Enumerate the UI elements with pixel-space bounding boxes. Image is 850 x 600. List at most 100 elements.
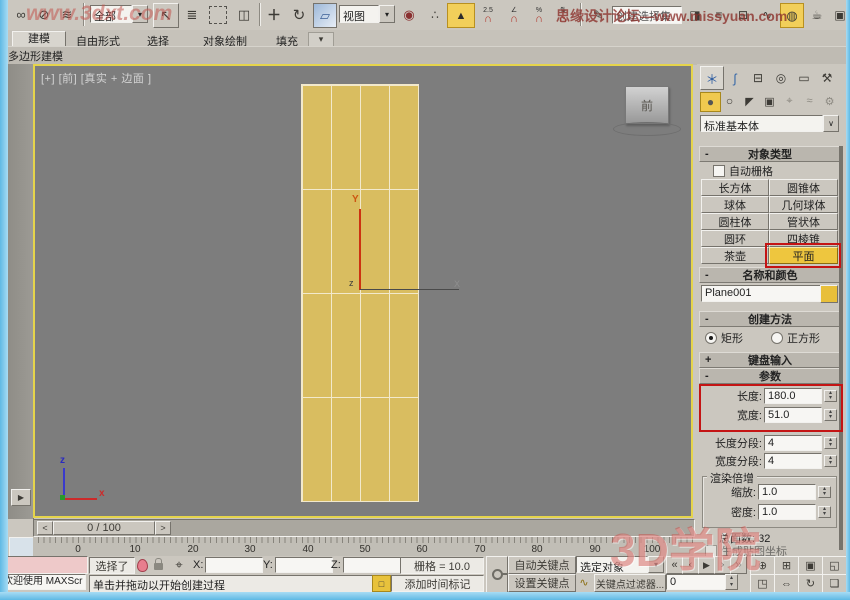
tab-create[interactable]: ＊ bbox=[700, 66, 724, 90]
viewcube-compass[interactable] bbox=[613, 122, 681, 136]
select-and-link-icon[interactable]: ∞ bbox=[10, 3, 32, 26]
rectangular-selection-region-icon[interactable] bbox=[209, 6, 227, 24]
play-button[interactable]: ▶ bbox=[698, 556, 715, 574]
rollout-name-color[interactable]: - 名称和颜色 bbox=[699, 267, 840, 283]
button-tube[interactable]: 管状体 bbox=[769, 213, 838, 230]
current-frame-field[interactable]: 0 bbox=[666, 574, 730, 590]
named-selection-sets-field[interactable]: 创建选择集 bbox=[612, 6, 682, 24]
radio-square[interactable]: 正方形 bbox=[771, 330, 820, 346]
button-geosphere[interactable]: 几何球体 bbox=[769, 196, 838, 213]
frame-spinner[interactable]: ▴▾ bbox=[725, 574, 738, 590]
select-and-scale-icon[interactable]: ▱ bbox=[313, 3, 337, 28]
set-key-button[interactable]: 设置关键点 bbox=[508, 574, 576, 592]
select-and-rotate-icon[interactable]: ↻ bbox=[288, 3, 310, 26]
mirror-icon[interactable]: ◨ bbox=[684, 3, 706, 26]
select-by-name-icon[interactable]: ≣ bbox=[181, 3, 203, 26]
use-pivot-center-icon[interactable]: ◉ bbox=[398, 3, 420, 26]
bind-to-spacewarp-icon[interactable]: ≋ bbox=[56, 3, 78, 26]
select-and-move-icon[interactable]: ＋ bbox=[263, 3, 285, 26]
button-teapot[interactable]: 茶壶 bbox=[701, 247, 769, 264]
length-field[interactable]: 180.0 bbox=[764, 388, 822, 404]
tab-motion[interactable]: ◎ bbox=[770, 68, 792, 88]
isolate-selection-toggle[interactable]: □ bbox=[372, 575, 391, 592]
render-scale-spinner[interactable]: ▴▾ bbox=[818, 486, 831, 498]
chevron-down-icon[interactable]: ▾ bbox=[132, 5, 148, 23]
y-coord-field[interactable] bbox=[275, 557, 333, 573]
autogrid-checkbox-row[interactable]: 自动栅格 bbox=[713, 163, 773, 179]
time-slider-track[interactable]: < 0 / 100 > bbox=[33, 519, 695, 537]
tab-modify[interactable]: ʃ bbox=[724, 68, 746, 88]
object-name-field[interactable]: Plane001 bbox=[701, 285, 822, 302]
radio-rectangle[interactable]: 矩形 bbox=[705, 330, 743, 346]
edit-named-selection-sets-icon[interactable]: ✎ bbox=[587, 3, 609, 26]
angle-snap-toggle[interactable]: ∠ ∩ bbox=[502, 3, 526, 26]
x-coord-field[interactable] bbox=[205, 557, 263, 573]
subtab-shapes[interactable]: ○ bbox=[720, 92, 739, 110]
autogrid-checkbox[interactable] bbox=[713, 165, 725, 177]
selection-set-dropdown[interactable]: 选定对象 ▾ bbox=[576, 556, 664, 573]
rollout-parameters[interactable]: - 参数 bbox=[699, 368, 840, 384]
subtab-systems[interactable]: ⚙ bbox=[820, 92, 839, 110]
length-segs-spinner[interactable]: ▴▾ bbox=[824, 437, 837, 449]
render-density-spinner[interactable]: ▴▾ bbox=[818, 506, 831, 518]
unlink-selection-icon[interactable]: ⊘ bbox=[33, 3, 55, 26]
render-density-field[interactable]: 1.0 bbox=[758, 504, 816, 520]
tab-display[interactable]: ▭ bbox=[793, 68, 815, 88]
keyboard-override-toggle[interactable]: ▲ bbox=[447, 3, 475, 28]
length-segs-field[interactable]: 4 bbox=[764, 435, 822, 451]
time-slider-handle[interactable]: 0 / 100 bbox=[53, 521, 155, 535]
rollout-keyboard-entry[interactable]: + 键盘输入 bbox=[699, 352, 840, 368]
subtab-geometry[interactable]: ● bbox=[700, 92, 721, 112]
welcome-balloon-icon[interactable] bbox=[137, 559, 148, 572]
go-to-end-button[interactable]: » bbox=[730, 556, 747, 574]
width-spinner[interactable]: ▴▾ bbox=[824, 409, 837, 421]
material-editor-icon[interactable]: ◍ bbox=[780, 3, 804, 28]
button-sphere[interactable]: 球体 bbox=[701, 196, 769, 213]
zoom-extents-all-button[interactable]: ◱ bbox=[822, 556, 847, 575]
spinner-snap-toggle[interactable]: ⇅ ∩ bbox=[551, 3, 575, 26]
button-cylinder[interactable]: 圆柱体 bbox=[701, 213, 769, 230]
viewport-menu-shading[interactable]: [真实 + 边面 ] bbox=[81, 73, 152, 85]
pan-button[interactable]: ⇔ bbox=[774, 574, 799, 593]
chevron-down-icon[interactable]: ▾ bbox=[379, 5, 395, 23]
generate-mapping-coords-row[interactable]: 生成贴图坐标 bbox=[705, 545, 787, 556]
select-and-manipulate-icon[interactable]: ∴ bbox=[424, 3, 446, 26]
subtab-spacewarps[interactable]: ≈ bbox=[800, 92, 819, 110]
align-icon[interactable]: ≡ bbox=[708, 3, 730, 26]
subtab-helpers[interactable]: ⌖ bbox=[780, 92, 799, 110]
next-frame-button[interactable]: › bbox=[714, 556, 731, 574]
window-crossing-icon[interactable]: ◫ bbox=[233, 3, 255, 26]
subtab-lights[interactable]: ◤ bbox=[740, 92, 759, 110]
button-plane[interactable]: 平面 bbox=[769, 247, 838, 264]
chevron-down-icon[interactable]: ▾ bbox=[648, 556, 664, 573]
panel-scrollbar[interactable] bbox=[839, 146, 843, 550]
primitive-category-dropdown[interactable]: 标准基本体 ∨ bbox=[700, 115, 839, 132]
viewport-menu-pov[interactable]: [前] bbox=[59, 73, 78, 85]
ribbon-overflow-button[interactable]: ▾ bbox=[308, 32, 334, 47]
reference-coordinate-combo[interactable]: 视图 ▾ bbox=[339, 5, 395, 23]
absolute-transform-icon[interactable]: ⌖ bbox=[170, 557, 188, 573]
viewcube[interactable]: 前 bbox=[625, 86, 669, 124]
selection-lock-icon[interactable] bbox=[154, 558, 163, 570]
button-pyramid[interactable]: 四棱锥 bbox=[769, 230, 838, 247]
zoom-button[interactable]: ⊕ bbox=[750, 556, 775, 575]
maximize-viewport-button[interactable]: ❏ bbox=[822, 574, 847, 593]
subtab-cameras[interactable]: ▣ bbox=[760, 92, 779, 110]
button-torus[interactable]: 圆环 bbox=[701, 230, 769, 247]
previous-frame-button[interactable]: ‹ bbox=[682, 556, 699, 574]
mapping-coords-checkbox[interactable] bbox=[705, 545, 717, 556]
zoom-region-button[interactable]: ◳ bbox=[750, 574, 775, 593]
selection-filter-combo[interactable]: 全部 ▾ bbox=[90, 5, 148, 23]
auto-key-button[interactable]: 自动关键点 bbox=[508, 556, 576, 574]
time-slider-prev-button[interactable]: < bbox=[37, 521, 53, 535]
key-filters-button[interactable]: 关键点过滤器... bbox=[594, 574, 666, 592]
maxscript-macro-recorder[interactable] bbox=[0, 556, 88, 574]
ribbon-panel-polygon-modeling[interactable]: 多边形建模 bbox=[8, 48, 63, 64]
z-coord-field[interactable] bbox=[343, 557, 401, 573]
viewcube-front-face[interactable]: 前 bbox=[641, 97, 653, 114]
width-segs-field[interactable]: 4 bbox=[764, 453, 822, 469]
add-time-tag[interactable]: 添加时间标记 bbox=[391, 575, 484, 592]
go-to-start-button[interactable]: « bbox=[666, 556, 683, 574]
time-slider-next-button[interactable]: > bbox=[155, 521, 171, 535]
zoom-extents-button[interactable]: ▣ bbox=[798, 556, 823, 575]
